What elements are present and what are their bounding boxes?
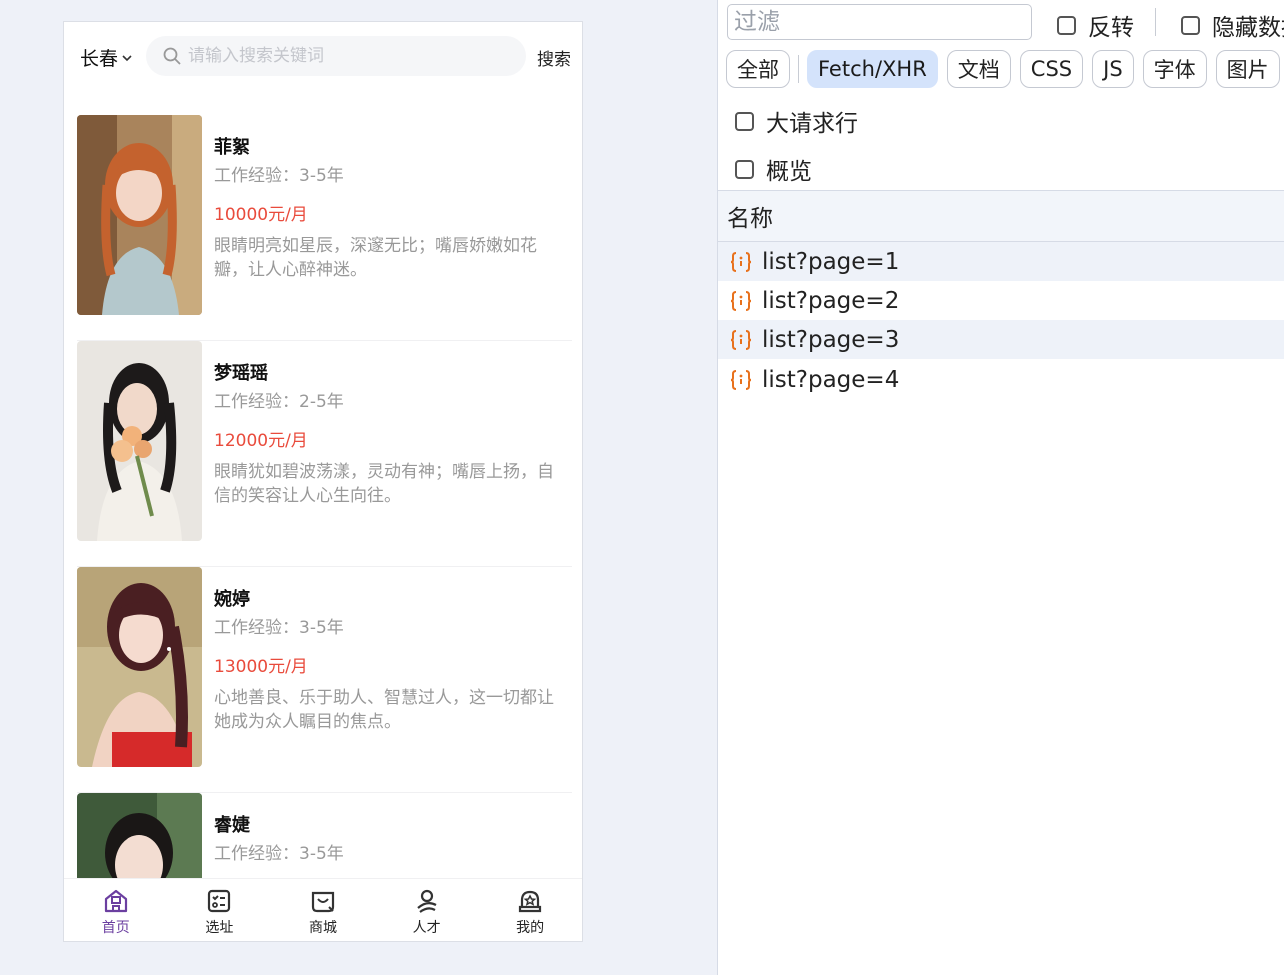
avatar — [77, 341, 202, 541]
home-icon — [104, 889, 127, 913]
tab-label: 商城 — [308, 920, 337, 936]
chip-css[interactable]: CSS — [1019, 50, 1084, 88]
request-name: list?page=1 — [762, 248, 900, 275]
name-column-header[interactable]: 名称 — [718, 190, 1284, 242]
search-bar[interactable] — [146, 36, 526, 76]
experience-text: 工作经验：3-5年 — [214, 844, 344, 864]
checklist-icon — [208, 889, 231, 913]
city-label: 长春 — [80, 48, 119, 70]
description-text: 眼睛明亮如星辰，深邃无比；嘴唇娇嫩如花瓣，让人心醉神迷。 — [214, 236, 537, 280]
checkbox-icon — [1181, 15, 1200, 35]
talent-name: 菲絮 — [214, 137, 250, 158]
fetch-braces-icon — [730, 329, 752, 350]
type-filter-bar: 全部 Fetch/XHR 文档 CSS JS 字体 图片 — [726, 50, 1284, 88]
avatar — [77, 567, 202, 767]
bottom-tab-bar: 首页 选址 商城 人才 我的 — [64, 878, 582, 941]
big-rows-label: 大请求行 — [766, 111, 858, 137]
talent-name: 睿婕 — [214, 815, 250, 836]
chip-js[interactable]: JS — [1092, 50, 1134, 88]
profile-icon — [519, 890, 542, 913]
overview-label: 概览 — [766, 159, 812, 185]
experience-text: 工作经验：2-5年 — [214, 392, 344, 412]
description-text: 眼睛犹如碧波荡漾，灵动有神；嘴唇上扬，自信的笑容让人心生向往。 — [214, 462, 554, 506]
chip-doc[interactable]: 文档 — [946, 50, 1011, 88]
fetch-braces-icon — [730, 369, 752, 390]
hide-data-label: 隐藏数据 — [1212, 15, 1284, 41]
invert-label: 反转 — [1088, 15, 1134, 41]
hide-data-url-checkbox[interactable]: 隐藏数据 — [1181, 8, 1284, 42]
experience-text: 工作经验：3-5年 — [214, 166, 344, 186]
request-name: list?page=2 — [762, 287, 900, 314]
list-item[interactable]: 梦瑶瑶 工作经验：2-5年 12000元/月 眼睛犹如碧波荡漾，灵动有神；嘴唇上… — [77, 341, 572, 567]
search-input[interactable] — [188, 46, 508, 66]
tab-home[interactable]: 首页 — [64, 879, 168, 941]
invert-checkbox[interactable]: 反转 — [1057, 8, 1134, 42]
tab-label: 人才 — [412, 920, 441, 936]
top-bar: 长春 搜索 — [64, 22, 582, 92]
search-button[interactable]: 搜索 — [537, 45, 571, 70]
salary-text: 12000元/月 — [214, 431, 308, 451]
checkbox-icon — [735, 111, 754, 131]
mobile-preview: 长春 搜索 — [63, 21, 583, 942]
tab-shop[interactable]: 商城 — [271, 879, 375, 941]
fetch-braces-icon — [730, 251, 752, 272]
chevron-down-icon — [122, 54, 132, 61]
request-row[interactable]: list?page=2 — [718, 281, 1284, 320]
tab-label: 我的 — [516, 920, 545, 936]
big-request-rows-checkbox[interactable]: 大请求行 — [735, 104, 858, 138]
checkbox-icon — [735, 159, 754, 179]
description-text: 心地善良、乐于助人、智慧过人，这一切都让她成为众人瞩目的焦点。 — [214, 688, 554, 732]
tab-talent[interactable]: 人才 — [375, 879, 479, 941]
talent-icon — [416, 889, 437, 913]
tab-location[interactable]: 选址 — [168, 879, 272, 941]
fetch-braces-icon — [730, 290, 752, 311]
experience-text: 工作经验：3-5年 — [214, 618, 344, 638]
chip-img[interactable]: 图片 — [1215, 50, 1280, 88]
chip-font[interactable]: 字体 — [1142, 50, 1207, 88]
chip-all[interactable]: 全部 — [726, 50, 790, 88]
chip-fetch-xhr[interactable]: Fetch/XHR — [807, 50, 938, 88]
divider — [798, 55, 799, 83]
list-item[interactable]: 婉婷 工作经验：3-5年 13000元/月 心地善良、乐于助人、智慧过人，这一切… — [77, 567, 572, 793]
avatar — [77, 115, 202, 315]
talent-name: 婉婷 — [214, 589, 250, 610]
tab-label: 选址 — [205, 920, 234, 936]
search-icon — [163, 47, 181, 65]
request-name: list?page=4 — [762, 366, 900, 393]
request-row[interactable]: list?page=1 — [718, 242, 1284, 281]
column-label: 名称 — [727, 206, 773, 232]
divider — [1155, 8, 1156, 36]
talent-name: 梦瑶瑶 — [214, 363, 268, 384]
tab-label: 首页 — [101, 920, 130, 936]
request-row[interactable]: list?page=3 — [718, 320, 1284, 359]
city-selector[interactable]: 长春 — [80, 44, 133, 71]
salary-text: 13000元/月 — [214, 657, 308, 677]
list-item[interactable]: 菲絮 工作经验：3-5年 10000元/月 眼睛明亮如星辰，深邃无比；嘴唇娇嫩如… — [77, 115, 572, 341]
devtools-network-panel: 反转 隐藏数据 全部 Fetch/XHR 文档 CSS JS 字体 图片 大请求… — [717, 0, 1284, 975]
request-name: list?page=3 — [762, 326, 900, 353]
tab-mine[interactable]: 我的 — [478, 879, 582, 941]
request-row[interactable]: list?page=4 — [718, 360, 1284, 399]
checkbox-icon — [1057, 15, 1076, 35]
shop-bag-icon — [311, 891, 335, 913]
overview-checkbox[interactable]: 概览 — [735, 152, 812, 186]
filter-input[interactable] — [727, 4, 1032, 40]
salary-text: 10000元/月 — [214, 205, 308, 225]
